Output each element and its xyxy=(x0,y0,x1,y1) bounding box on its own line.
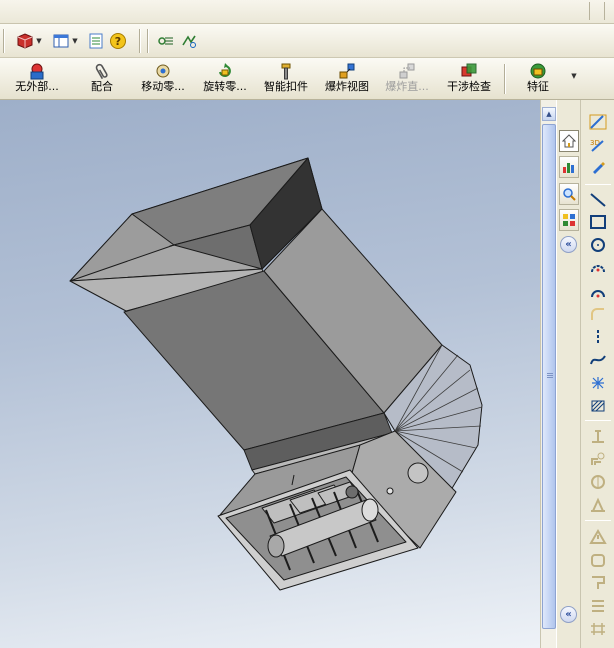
smart-fastener-icon xyxy=(277,63,295,80)
mirror-icon[interactable] xyxy=(587,472,609,492)
toolbar-separator xyxy=(585,420,611,421)
trim-icon[interactable] xyxy=(587,426,609,446)
chevron-down-icon: ▼ xyxy=(571,72,577,80)
convert-icon[interactable] xyxy=(587,573,609,593)
spline-icon[interactable] xyxy=(587,350,609,370)
mate-button[interactable]: 配合 xyxy=(84,63,120,97)
explode-line-button[interactable]: 爆炸直... xyxy=(378,63,436,97)
smart-dimension-icon[interactable] xyxy=(587,112,609,132)
hatch-icon[interactable] xyxy=(587,396,609,416)
rectangle-icon[interactable] xyxy=(587,212,609,232)
rotate-component-icon xyxy=(216,63,234,80)
toolbar-separator xyxy=(504,64,506,94)
hopper-assembly-model xyxy=(69,157,483,591)
3d-box-icon[interactable] xyxy=(16,32,34,50)
command-manager: 无外部... 配合 移动零... 旋转零... 智能扣件 爆炸视图 爆炸直...… xyxy=(0,58,614,100)
3d-sketch-icon[interactable]: 3D xyxy=(587,135,609,155)
hide-external-label: 无外部... xyxy=(15,80,59,93)
sketch-toolbar: 3D xyxy=(580,100,614,648)
file-explorer-icon[interactable] xyxy=(559,183,579,205)
interference-check-icon xyxy=(460,63,478,80)
exploded-view-label: 爆炸视图 xyxy=(325,80,369,93)
chevron-down-icon[interactable]: ▼ xyxy=(35,32,43,50)
tangent-arc-icon[interactable] xyxy=(587,281,609,301)
interference-check-button[interactable]: 干涉检查 xyxy=(442,63,496,97)
relation-icon[interactable] xyxy=(587,495,609,515)
toolbar-separator xyxy=(139,29,141,53)
sketch-icon[interactable] xyxy=(587,158,609,178)
centerline-icon[interactable] xyxy=(587,327,609,347)
move-component-button[interactable]: 移动零... xyxy=(134,63,192,97)
task-pane-tabs: « « xyxy=(556,100,580,648)
help-icon[interactable]: ? xyxy=(109,32,127,50)
mate-paperclip-icon xyxy=(93,63,111,80)
explode-line-icon xyxy=(398,63,416,80)
circle-icon[interactable] xyxy=(587,235,609,255)
title-strip xyxy=(0,0,614,24)
rotate-component-button[interactable]: 旋转零... xyxy=(196,63,254,97)
scroll-up-arrow-icon[interactable]: ▲ xyxy=(542,107,556,121)
toolbar-separator xyxy=(3,29,5,53)
point-icon[interactable] xyxy=(587,373,609,393)
strip-divider xyxy=(604,2,605,20)
sketch-picture-icon[interactable] xyxy=(587,596,609,616)
fix-icon[interactable] xyxy=(587,527,609,547)
standard-toolbar: ▼ ▼ ? xyxy=(0,24,614,58)
scrollbar-thumb[interactable] xyxy=(542,124,556,629)
explode-line-label: 爆炸直... xyxy=(385,80,429,93)
line-icon[interactable] xyxy=(587,190,609,210)
design-library-icon[interactable] xyxy=(559,156,579,178)
thumb-grip xyxy=(547,373,553,374)
collapse-pane-chevron-icon[interactable]: « xyxy=(560,236,577,253)
svg-text:?: ? xyxy=(115,35,121,48)
offset-icon[interactable] xyxy=(587,449,609,469)
arc-icon[interactable] xyxy=(587,258,609,278)
features-button[interactable]: 特征 xyxy=(520,63,556,97)
list-icon[interactable] xyxy=(87,32,105,50)
view-palette-icon[interactable] xyxy=(559,209,579,231)
extend-icon[interactable] xyxy=(587,550,609,570)
collapse-pane-chevron-icon[interactable]: « xyxy=(560,606,577,623)
strip-divider xyxy=(589,2,590,20)
smart-fastener-label: 智能扣件 xyxy=(264,80,308,93)
move-component-label: 移动零... xyxy=(141,80,185,93)
flow-icon[interactable] xyxy=(157,32,175,50)
viewport-scrollbar[interactable]: ▲ xyxy=(540,100,556,648)
thumb-grip xyxy=(547,375,553,376)
exploded-view-icon xyxy=(338,63,356,80)
view-layout-icon[interactable] xyxy=(52,32,70,50)
mate-label: 配合 xyxy=(91,80,113,93)
interference-check-label: 干涉检查 xyxy=(447,80,491,93)
features-label: 特征 xyxy=(527,80,549,93)
move-component-icon xyxy=(154,63,172,80)
hide-external-icon xyxy=(28,63,46,80)
fillet-icon[interactable] xyxy=(587,304,609,324)
smart-fastener-button[interactable]: 智能扣件 xyxy=(258,63,314,97)
features-icon xyxy=(529,63,547,80)
chevron-down-icon[interactable]: ▼ xyxy=(71,32,79,50)
rebuild-icon[interactable] xyxy=(180,32,198,50)
move-entities-icon[interactable] xyxy=(587,619,609,639)
toolbar-separator xyxy=(585,184,611,185)
home-icon[interactable] xyxy=(559,130,579,152)
graphics-viewport[interactable] xyxy=(0,100,540,648)
hide-external-button[interactable]: 无外部... xyxy=(6,63,68,97)
exploded-view-button[interactable]: 爆炸视图 xyxy=(320,63,374,97)
toolbar-separator xyxy=(585,520,611,521)
rotate-component-label: 旋转零... xyxy=(203,80,247,93)
thumb-grip xyxy=(547,377,553,378)
toolbar-separator xyxy=(147,29,149,53)
